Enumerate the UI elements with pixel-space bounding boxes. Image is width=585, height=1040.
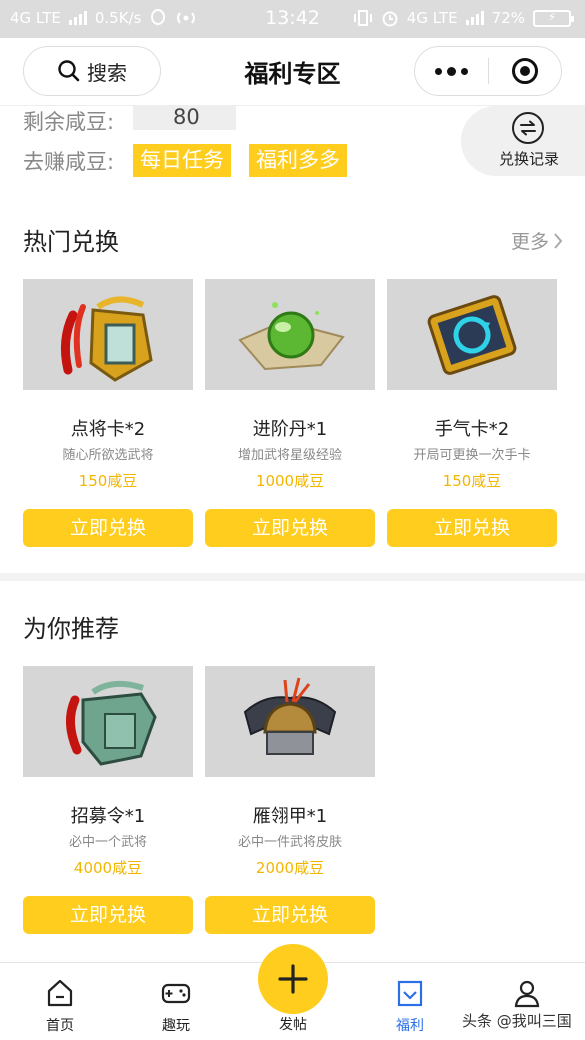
remaining-beans-value: 80: [133, 106, 236, 130]
general-card-icon: [23, 279, 193, 390]
welfare-icon: [397, 980, 423, 1007]
profile-icon: [514, 980, 540, 1008]
battery-percent: 72%: [491, 9, 525, 27]
exchange-card: 点将卡*2 随心所欲选武将 150咸豆 立即兑换: [23, 279, 193, 547]
vibrate-icon: [353, 10, 372, 26]
exchange-icon: [512, 112, 544, 144]
item-desc: 必中一个武将: [68, 835, 147, 850]
item-price: 150咸豆: [78, 472, 138, 490]
exchange-records-button[interactable]: 兑换记录: [461, 106, 585, 176]
item-name: 招募令*1: [70, 806, 146, 827]
search-button[interactable]: 搜索: [23, 46, 161, 96]
nav-item-fun[interactable]: 趣玩: [136, 963, 216, 1040]
item-desc: 必中一件武将皮肤: [237, 835, 342, 850]
exchange-card: 手气卡*2 开局可更换一次手卡 150咸豆 立即兑换: [387, 279, 557, 547]
welfare-more-tag[interactable]: 福利多多: [249, 144, 347, 177]
exchange-records-label: 兑换记录: [499, 150, 560, 168]
watermark: 头条 @我叫三国: [462, 1012, 572, 1030]
remaining-beans-label: 剩余咸豆:: [23, 110, 115, 134]
redeem-button[interactable]: 立即兑换: [387, 509, 557, 547]
network-label-right: 4G LTE: [406, 9, 458, 27]
armor-icon: [205, 666, 375, 777]
item-price: 4000咸豆: [73, 859, 143, 877]
battery-icon: ⚡: [533, 9, 574, 27]
plus-icon: [278, 964, 308, 994]
search-label: 搜索: [87, 60, 127, 85]
status-bar: 4G LTE 0.5K/s 13:42 4G LTE 72% ⚡: [0, 0, 585, 38]
item-price: 150咸豆: [442, 472, 502, 490]
post-label: 发帖: [279, 1017, 307, 1033]
advance-pill-icon: [205, 279, 375, 390]
redeem-button[interactable]: 立即兑换: [23, 509, 193, 547]
more-menu-button[interactable]: [415, 47, 488, 95]
recommend-section-title: 为你推荐: [23, 615, 119, 643]
item-desc: 随心所欲选武将: [62, 448, 154, 463]
redeem-button[interactable]: 立即兑换: [205, 509, 375, 547]
alarm-icon: [382, 11, 398, 27]
nav-label: 首页: [46, 1018, 74, 1034]
header: 搜索 福利专区: [0, 38, 585, 106]
signal-icon-right: [465, 11, 484, 25]
status-right: 4G LTE 72% ⚡: [353, 9, 574, 27]
gamepad-icon: [161, 983, 191, 1004]
more-link[interactable]: 更多: [511, 227, 563, 254]
item-desc: 开局可更换一次手卡: [413, 448, 531, 463]
hot-section-title: 热门兑换: [23, 228, 119, 256]
item-name: 进阶丹*1: [252, 419, 328, 440]
item-name: 手气卡*2: [434, 419, 510, 440]
more-label: 更多: [510, 231, 549, 253]
item-price: 2000咸豆: [255, 859, 325, 877]
beans-section: 剩余咸豆: 80 去赚咸豆: 每日任务 福利多多 兑换记录: [0, 106, 585, 190]
nav-label: 趣玩: [162, 1018, 190, 1034]
exchange-card: 进阶丹*1 增加武将星级经验 1000咸豆 立即兑换: [205, 279, 375, 547]
section-divider: [0, 573, 585, 581]
more-dots-icon: [434, 66, 468, 76]
redeem-button[interactable]: 立即兑换: [205, 896, 375, 934]
exchange-card: 雁翎甲*1 必中一件武将皮肤 2000咸豆 立即兑换: [205, 666, 375, 934]
redeem-button[interactable]: 立即兑换: [23, 896, 193, 934]
luck-card-icon: [387, 279, 557, 390]
home-icon: [47, 979, 73, 1007]
daily-tasks-tag[interactable]: 每日任务: [133, 144, 231, 177]
post-button[interactable]: [258, 944, 328, 1014]
item-name: 雁翎甲*1: [252, 806, 328, 827]
mini-program-capsule: [414, 46, 562, 96]
nav-label: 福利: [396, 1018, 424, 1034]
target-icon: [511, 58, 538, 84]
exchange-card: 招募令*1 必中一个武将 4000咸豆 立即兑换: [23, 666, 193, 934]
recruit-token-icon: [23, 666, 193, 777]
search-icon: [58, 60, 80, 82]
nav-item-home[interactable]: 首页: [20, 963, 100, 1040]
earn-beans-label: 去赚咸豆:: [23, 150, 115, 174]
item-name: 点将卡*2: [70, 419, 146, 440]
item-price: 1000咸豆: [255, 472, 325, 490]
chevron-right-icon: [554, 232, 563, 249]
nav-item-welfare[interactable]: 福利: [370, 963, 450, 1040]
item-desc: 增加武将星级经验: [237, 448, 342, 463]
close-program-button[interactable]: [489, 47, 562, 95]
